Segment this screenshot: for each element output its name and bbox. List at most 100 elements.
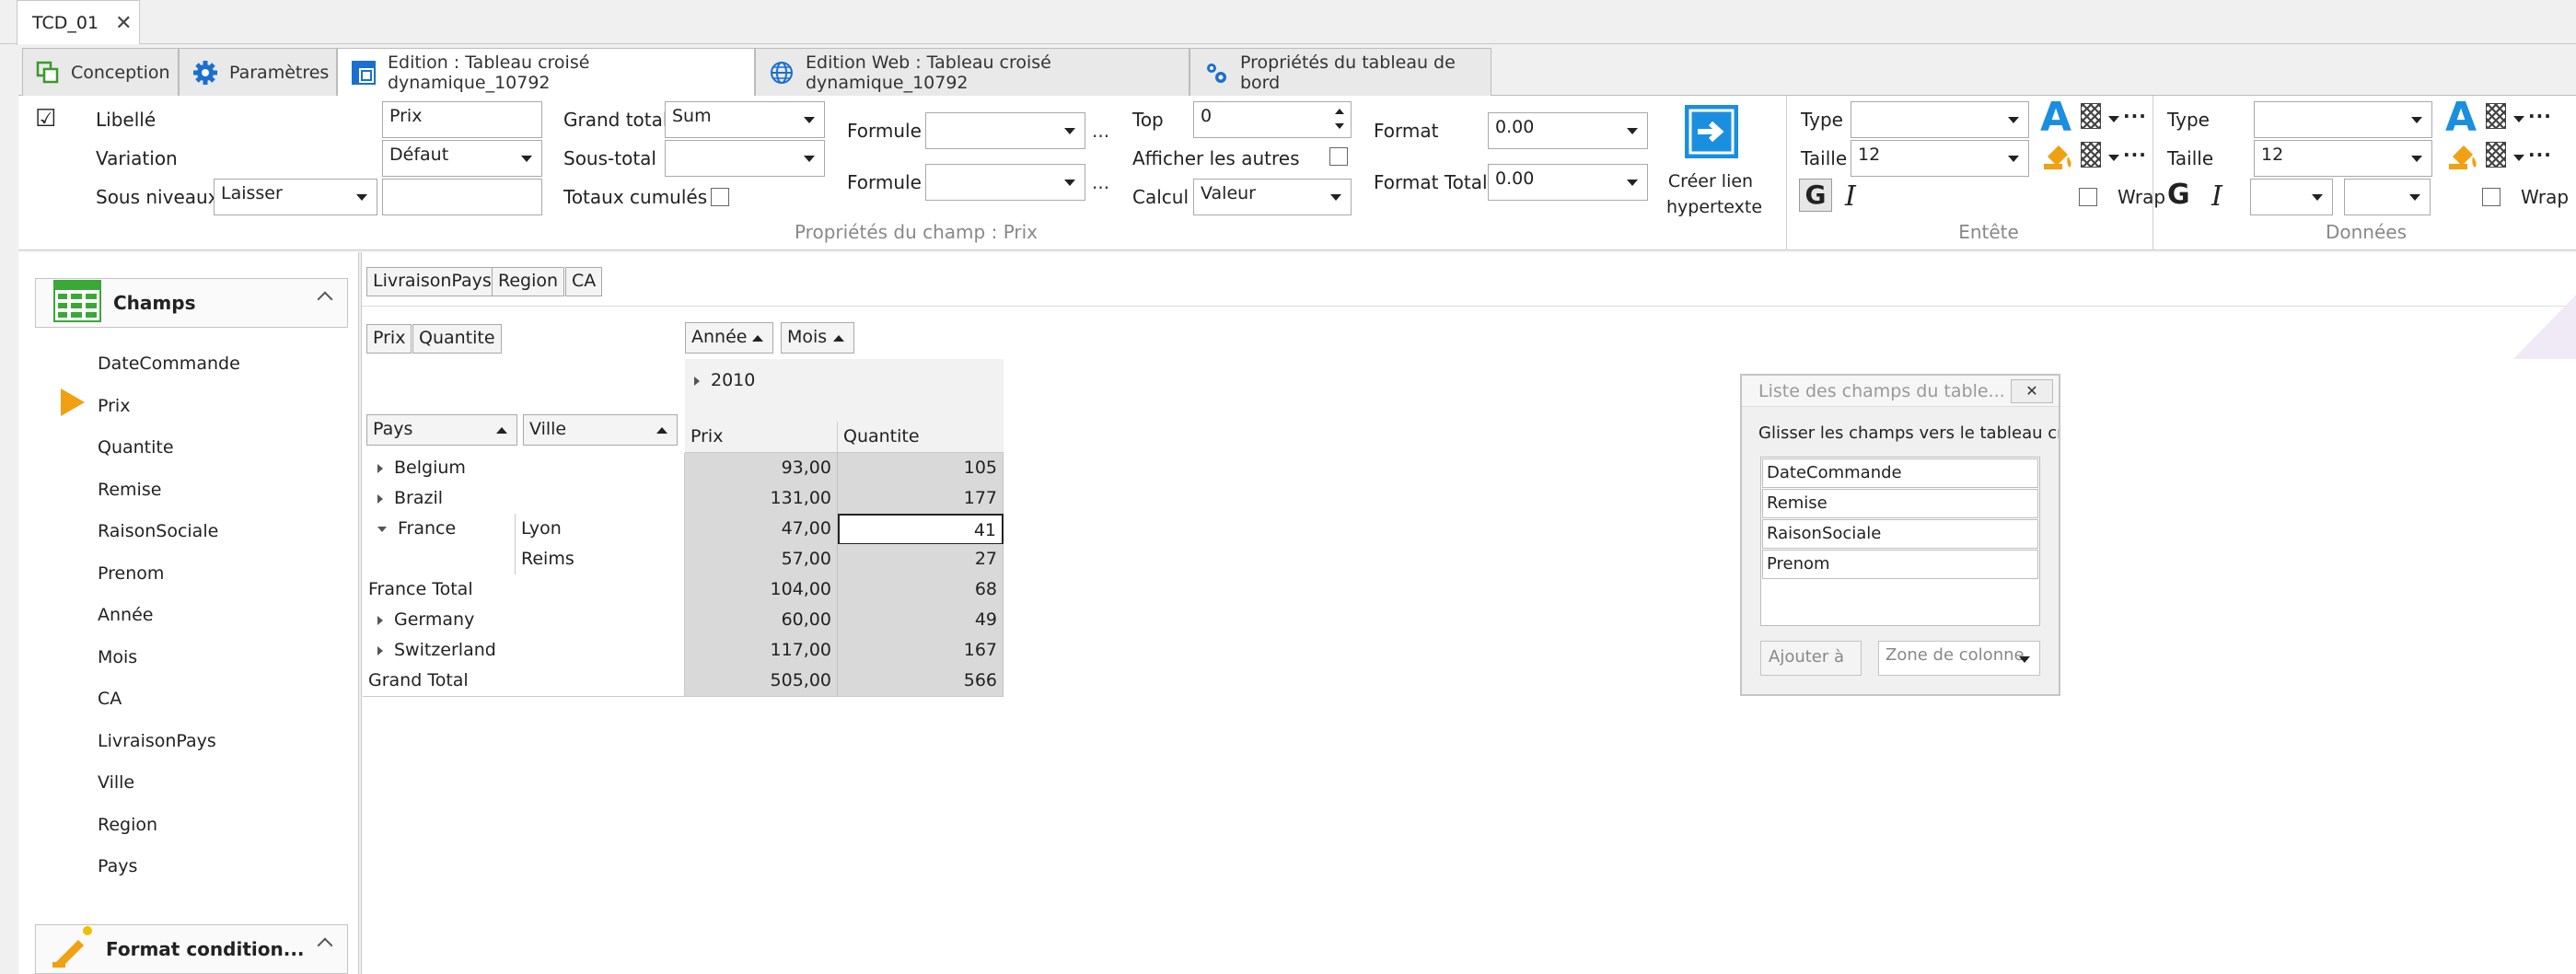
field-list-item[interactable]: Prenom [1762, 550, 2038, 579]
cell-prix[interactable]: 57,00 [685, 544, 838, 575]
formule2-more-button[interactable]: ... [1092, 171, 1109, 193]
libelle-input[interactable]: Prix [382, 101, 542, 138]
field-item[interactable]: Quantite [98, 437, 174, 458]
cell-quantite[interactable]: 49 [838, 605, 1004, 636]
year-header-cell[interactable]: 2010 [685, 359, 1004, 427]
expand-icon[interactable] [377, 493, 383, 504]
cell-quantite[interactable]: 41 [838, 514, 1004, 545]
row-header-pays[interactable]: Brazil [363, 483, 685, 515]
grand-total-select[interactable]: Sum [665, 101, 825, 138]
field-item[interactable]: Ville [98, 772, 134, 793]
row-header-pays[interactable] [363, 544, 516, 575]
donnees-pattern-1[interactable] [2486, 103, 2506, 129]
top-spinner[interactable] [1329, 101, 1350, 138]
entete-italic-button[interactable]: I [1845, 180, 1856, 213]
field-item[interactable]: Mois [98, 647, 137, 667]
donnees-fill-color-button[interactable] [2447, 140, 2480, 176]
cell-prix[interactable]: 93,00 [685, 453, 838, 484]
cell-quantite[interactable]: 566 [838, 666, 1004, 697]
entete-wrap-checkbox[interactable] [2079, 188, 2097, 206]
row-field-pays[interactable]: Pays [366, 414, 517, 446]
field-item[interactable]: CA [98, 689, 122, 709]
chevron-down-icon[interactable] [2513, 116, 2524, 122]
chevron-up-icon[interactable] [317, 291, 333, 307]
tab-parametres[interactable]: Paramètres [179, 48, 337, 96]
formule2-select[interactable] [925, 164, 1085, 201]
tab-proprietes-tableau-bord[interactable]: Propriétés du tableau de bord [1189, 48, 1491, 96]
totaux-cumules-checkbox[interactable] [711, 188, 729, 206]
cell-prix[interactable]: 104,00 [685, 574, 838, 606]
cell-quantite[interactable]: 27 [838, 544, 1004, 575]
donnees-wrap-checkbox[interactable] [2482, 188, 2501, 206]
field-item[interactable]: DateCommande [98, 354, 240, 374]
column-field-annee[interactable]: Année [685, 322, 773, 354]
entete-taille-select[interactable]: 12 [1851, 140, 2029, 177]
add-to-button[interactable]: Ajouter à [1760, 641, 1862, 676]
data-field-prix[interactable]: Prix [366, 324, 412, 354]
sort-up-icon[interactable] [833, 335, 844, 342]
entete-more-1[interactable]: ··· [2123, 105, 2147, 127]
check-icon[interactable]: ☑ [35, 105, 56, 133]
field-item[interactable]: Remise [98, 480, 161, 500]
sort-up-icon[interactable] [496, 427, 507, 434]
cell-quantite[interactable]: 167 [838, 635, 1004, 667]
fields-panel-header[interactable]: Champs [35, 278, 348, 328]
tab-edition-web[interactable]: Edition Web : Tableau croisé dynamique_1… [755, 48, 1189, 96]
entete-more-2[interactable]: ··· [2123, 144, 2147, 166]
field-item[interactable]: Prenom [98, 563, 164, 584]
sort-up-icon[interactable] [752, 335, 763, 342]
formule1-select[interactable] [925, 112, 1085, 149]
entete-font-color-button[interactable]: A [2040, 94, 2071, 141]
field-item[interactable]: RaisonSociale [98, 521, 218, 541]
row-field-ville[interactable]: Ville [523, 414, 678, 446]
row-header-pays[interactable]: France Total [363, 574, 685, 606]
row-header-pays[interactable]: Belgium [363, 453, 685, 484]
cell-prix[interactable]: 131,00 [685, 483, 838, 515]
donnees-type-select[interactable] [2254, 101, 2432, 138]
field-list-item[interactable]: RaisonSociale [1762, 519, 2038, 549]
format-select[interactable]: 0.00 [1488, 112, 1648, 149]
tab-edition[interactable]: Edition : Tableau croisé dynamique_10792 [337, 48, 755, 97]
cell-prix[interactable]: 117,00 [685, 635, 838, 667]
filter-field-ca[interactable]: CA [565, 267, 603, 296]
format-condition-panel-header[interactable]: Format condition... [35, 924, 348, 974]
calcul-select[interactable]: Valeur [1193, 179, 1352, 215]
format-total-select[interactable]: 0.00 [1488, 164, 1648, 201]
donnees-more-2[interactable]: ··· [2528, 144, 2552, 166]
create-hyperlink-button[interactable]: Créer lien hypertexte [1666, 101, 1762, 221]
field-list-titlebar[interactable]: Liste des champs du table... ✕ [1742, 376, 2059, 407]
close-icon[interactable]: ✕ [115, 12, 132, 35]
filter-field-livraisonpays[interactable]: LivraisonPays [366, 267, 498, 296]
expand-icon[interactable] [377, 615, 383, 625]
donnees-taille-select[interactable]: 12 [2254, 140, 2432, 177]
cell-quantite[interactable]: 68 [838, 574, 1004, 606]
field-list-item[interactable]: DateCommande [1762, 458, 2038, 488]
close-icon[interactable]: ✕ [2011, 379, 2053, 403]
entete-type-select[interactable] [1851, 101, 2029, 138]
field-item[interactable]: Pays [98, 856, 137, 876]
tab-conception[interactable]: Conception [22, 48, 179, 96]
entete-bold-button[interactable]: G [1799, 179, 1832, 212]
cell-prix[interactable]: 60,00 [685, 605, 838, 636]
chevron-down-icon[interactable] [2108, 116, 2119, 122]
variation-select[interactable]: Défaut [382, 140, 542, 177]
expand-icon[interactable] [377, 645, 383, 655]
row-header-pays[interactable]: Germany [363, 605, 685, 636]
sous-niveaux-select[interactable]: Laisser [214, 179, 377, 215]
afficher-autres-checkbox[interactable] [1329, 147, 1348, 166]
row-header-pays[interactable]: France [363, 514, 516, 545]
entete-pattern-1[interactable] [2081, 103, 2101, 129]
expand-icon[interactable] [694, 376, 700, 386]
field-item[interactable]: LivraisonPays [98, 731, 216, 751]
row-header-pays[interactable]: Grand Total [363, 666, 685, 697]
field-item[interactable]: Année [98, 605, 153, 625]
donnees-extra-select-1[interactable] [2250, 179, 2333, 215]
sous-total-select[interactable] [665, 140, 825, 177]
entete-pattern-2[interactable] [2081, 142, 2101, 168]
chevron-up-icon[interactable] [317, 937, 333, 954]
filter-field-region[interactable]: Region [492, 267, 565, 296]
column-field-mois[interactable]: Mois [781, 322, 854, 354]
row-header-pays[interactable]: Switzerland [363, 635, 685, 667]
collapse-icon[interactable] [377, 526, 387, 532]
zone-select[interactable]: Zone de colonne [1878, 641, 2040, 676]
